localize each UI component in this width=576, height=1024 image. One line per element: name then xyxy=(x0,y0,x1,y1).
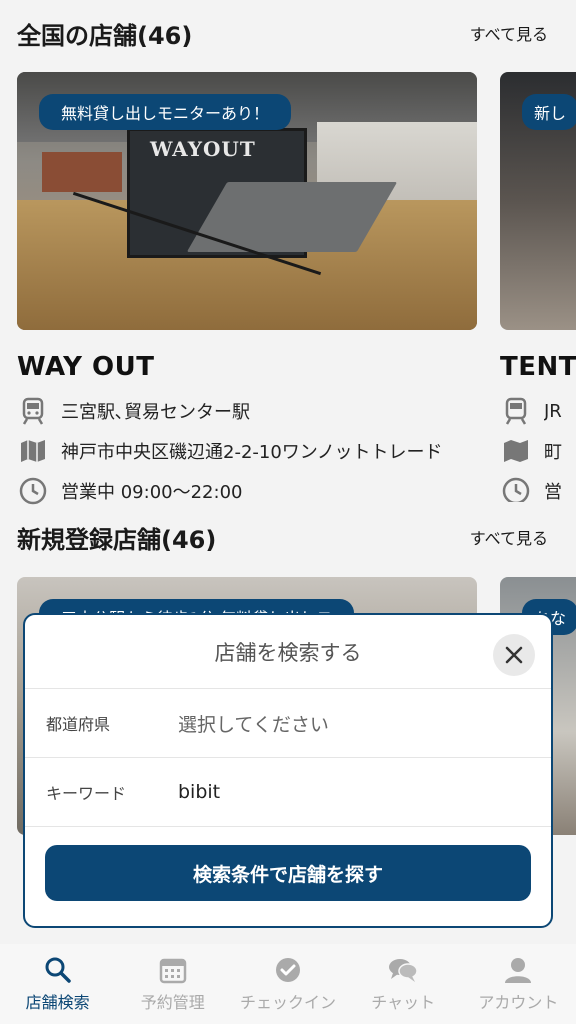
store-image[interactable]: WAYOUT 無料貸し出しモニターあり！ xyxy=(17,72,477,330)
store-hours: 営業中 09:00〜22:00 xyxy=(61,482,243,503)
nav-reservations[interactable]: 予約管理 xyxy=(115,944,230,1024)
search-modal: 店舗を検索する 都道府県 選択してください キーワード bibit 検索条件で店… xyxy=(23,613,553,928)
prefecture-select[interactable]: 都道府県 選択してください xyxy=(25,689,551,758)
prefecture-label: 都道府県 xyxy=(46,715,111,734)
map-icon xyxy=(17,435,49,467)
nav-checkin[interactable]: チェックイン xyxy=(230,944,345,1024)
map-icon xyxy=(500,435,532,467)
close-icon xyxy=(505,646,523,664)
store-address: 神戸市中央区磯辺通2-2-10ワンノットトレード xyxy=(61,442,443,463)
section-title: 新規登録店舗(46) xyxy=(17,525,217,554)
store-card[interactable]: 新し TENT JR 町 営 xyxy=(500,72,576,502)
store-address: 町 xyxy=(544,442,562,463)
store-badge: 新し xyxy=(522,94,576,130)
check-circle-icon xyxy=(273,955,303,985)
store-hours-row: 営業中 09:00〜22:00 xyxy=(17,472,477,510)
store-hours-row: 営 xyxy=(500,472,576,502)
store-badge: 無料貸し出しモニターあり！ xyxy=(39,94,292,130)
keyword-field[interactable]: キーワード bibit xyxy=(25,758,551,827)
see-all-link[interactable]: すべて見る xyxy=(470,525,548,549)
see-all-link[interactable]: すべて見る xyxy=(470,21,548,45)
train-icon xyxy=(17,395,49,427)
calendar-icon xyxy=(158,955,188,985)
close-button[interactable] xyxy=(493,634,535,676)
store-image[interactable]: 新し xyxy=(500,72,576,330)
store-address-row: 神戸市中央区磯辺通2-2-10ワンノットトレード xyxy=(17,432,477,470)
nav-account[interactable]: アカウント xyxy=(461,944,576,1024)
nav-label: 予約管理 xyxy=(140,993,205,1012)
store-station: 三宮駅､貿易センター駅 xyxy=(61,402,250,423)
store-hours: 営 xyxy=(544,482,562,502)
nav-label: 店舗検索 xyxy=(25,993,90,1012)
section-header-all-stores: 全国の店舗(46) すべて見る xyxy=(17,13,548,53)
train-icon xyxy=(500,395,532,427)
keyword-input[interactable]: bibit xyxy=(178,781,220,803)
nav-label: チャット xyxy=(371,993,436,1012)
search-submit-button[interactable]: 検索条件で店舗を探す xyxy=(45,845,531,901)
bottom-nav: 店舗検索 予約管理 チェックイン チャット アカウント xyxy=(0,944,576,1024)
store-station-row: JR xyxy=(500,392,576,430)
search-icon xyxy=(43,955,73,985)
store-address-row: 町 xyxy=(500,432,576,470)
nav-store-search[interactable]: 店舗検索 xyxy=(0,944,115,1024)
keyword-label: キーワード xyxy=(46,784,127,803)
prefecture-value[interactable]: 選択してください xyxy=(178,710,329,737)
store-image-signage: WAYOUT xyxy=(150,137,256,161)
nav-label: アカウント xyxy=(478,993,559,1012)
store-card[interactable]: WAYOUT 無料貸し出しモニターあり！ WAY OUT 三宮駅､貿易センター駅… xyxy=(17,72,477,510)
section-title: 全国の店舗(46) xyxy=(17,21,193,50)
modal-title: 店舗を検索する xyxy=(214,640,362,665)
section-header-new-stores: 新規登録店舗(46) すべて見る xyxy=(17,517,548,557)
clock-icon xyxy=(500,475,532,502)
modal-header: 店舗を検索する xyxy=(25,615,551,689)
account-icon xyxy=(503,955,533,985)
store-station: JR xyxy=(544,400,562,422)
store-name: TENT xyxy=(500,352,576,382)
nav-chat[interactable]: チャット xyxy=(346,944,461,1024)
nav-label: チェックイン xyxy=(240,993,337,1012)
clock-icon xyxy=(17,475,49,507)
chat-icon xyxy=(388,955,418,985)
store-name: WAY OUT xyxy=(17,352,155,382)
store-station-row: 三宮駅､貿易センター駅 xyxy=(17,392,477,430)
